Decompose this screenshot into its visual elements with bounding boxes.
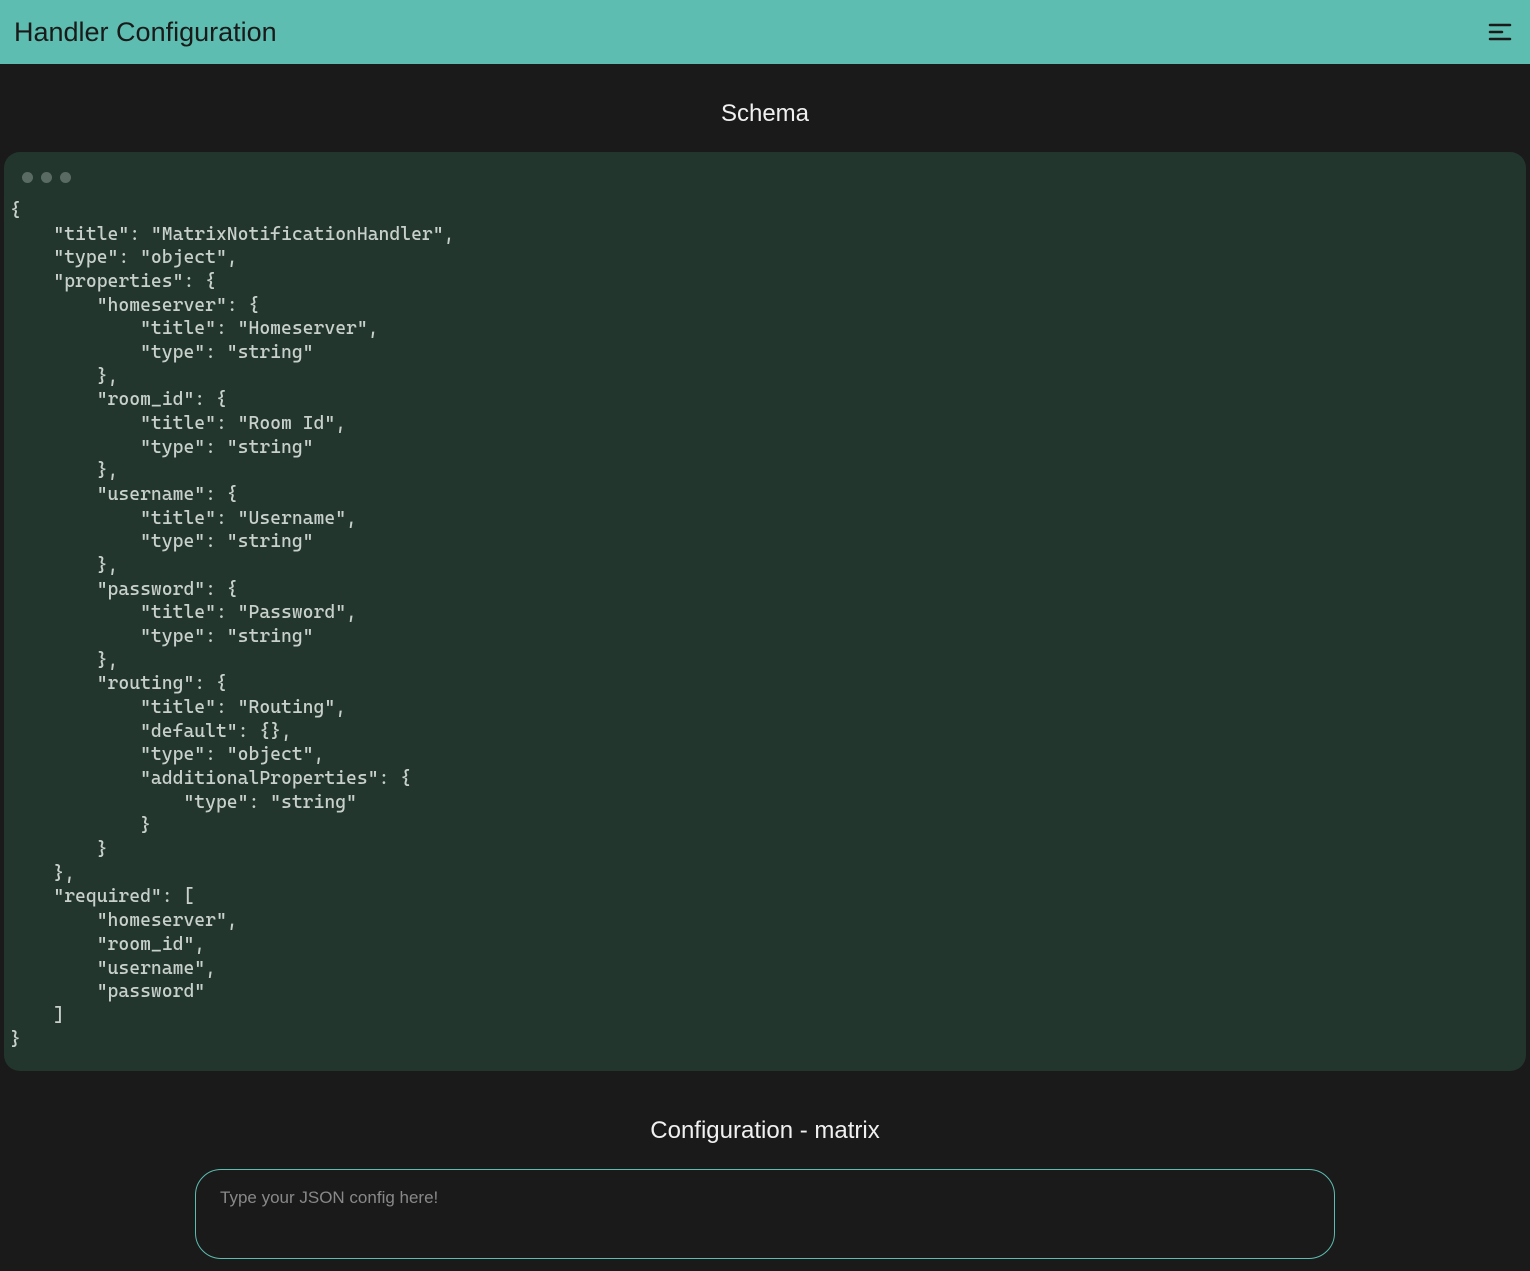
menu-toggle-icon[interactable] xyxy=(1488,20,1516,44)
schema-code-block: { "title": "MatrixNotificationHandler", … xyxy=(4,152,1526,1071)
config-section: Configuration - matrix xyxy=(0,1087,1530,1271)
config-section-title: Configuration - matrix xyxy=(0,1099,1530,1169)
config-json-input[interactable] xyxy=(195,1169,1335,1259)
window-controls xyxy=(10,168,1520,199)
main-content: Schema { "title": "MatrixNotificationHan… xyxy=(0,64,1530,1271)
window-dot-icon xyxy=(22,172,33,183)
textarea-wrapper xyxy=(0,1169,1530,1259)
schema-section-title: Schema xyxy=(0,64,1530,152)
app-header: Handler Configuration xyxy=(0,0,1530,64)
window-dot-icon xyxy=(41,172,52,183)
schema-json-content: { "title": "MatrixNotificationHandler", … xyxy=(10,199,1520,1051)
window-dot-icon xyxy=(60,172,71,183)
page-title: Handler Configuration xyxy=(14,17,277,48)
